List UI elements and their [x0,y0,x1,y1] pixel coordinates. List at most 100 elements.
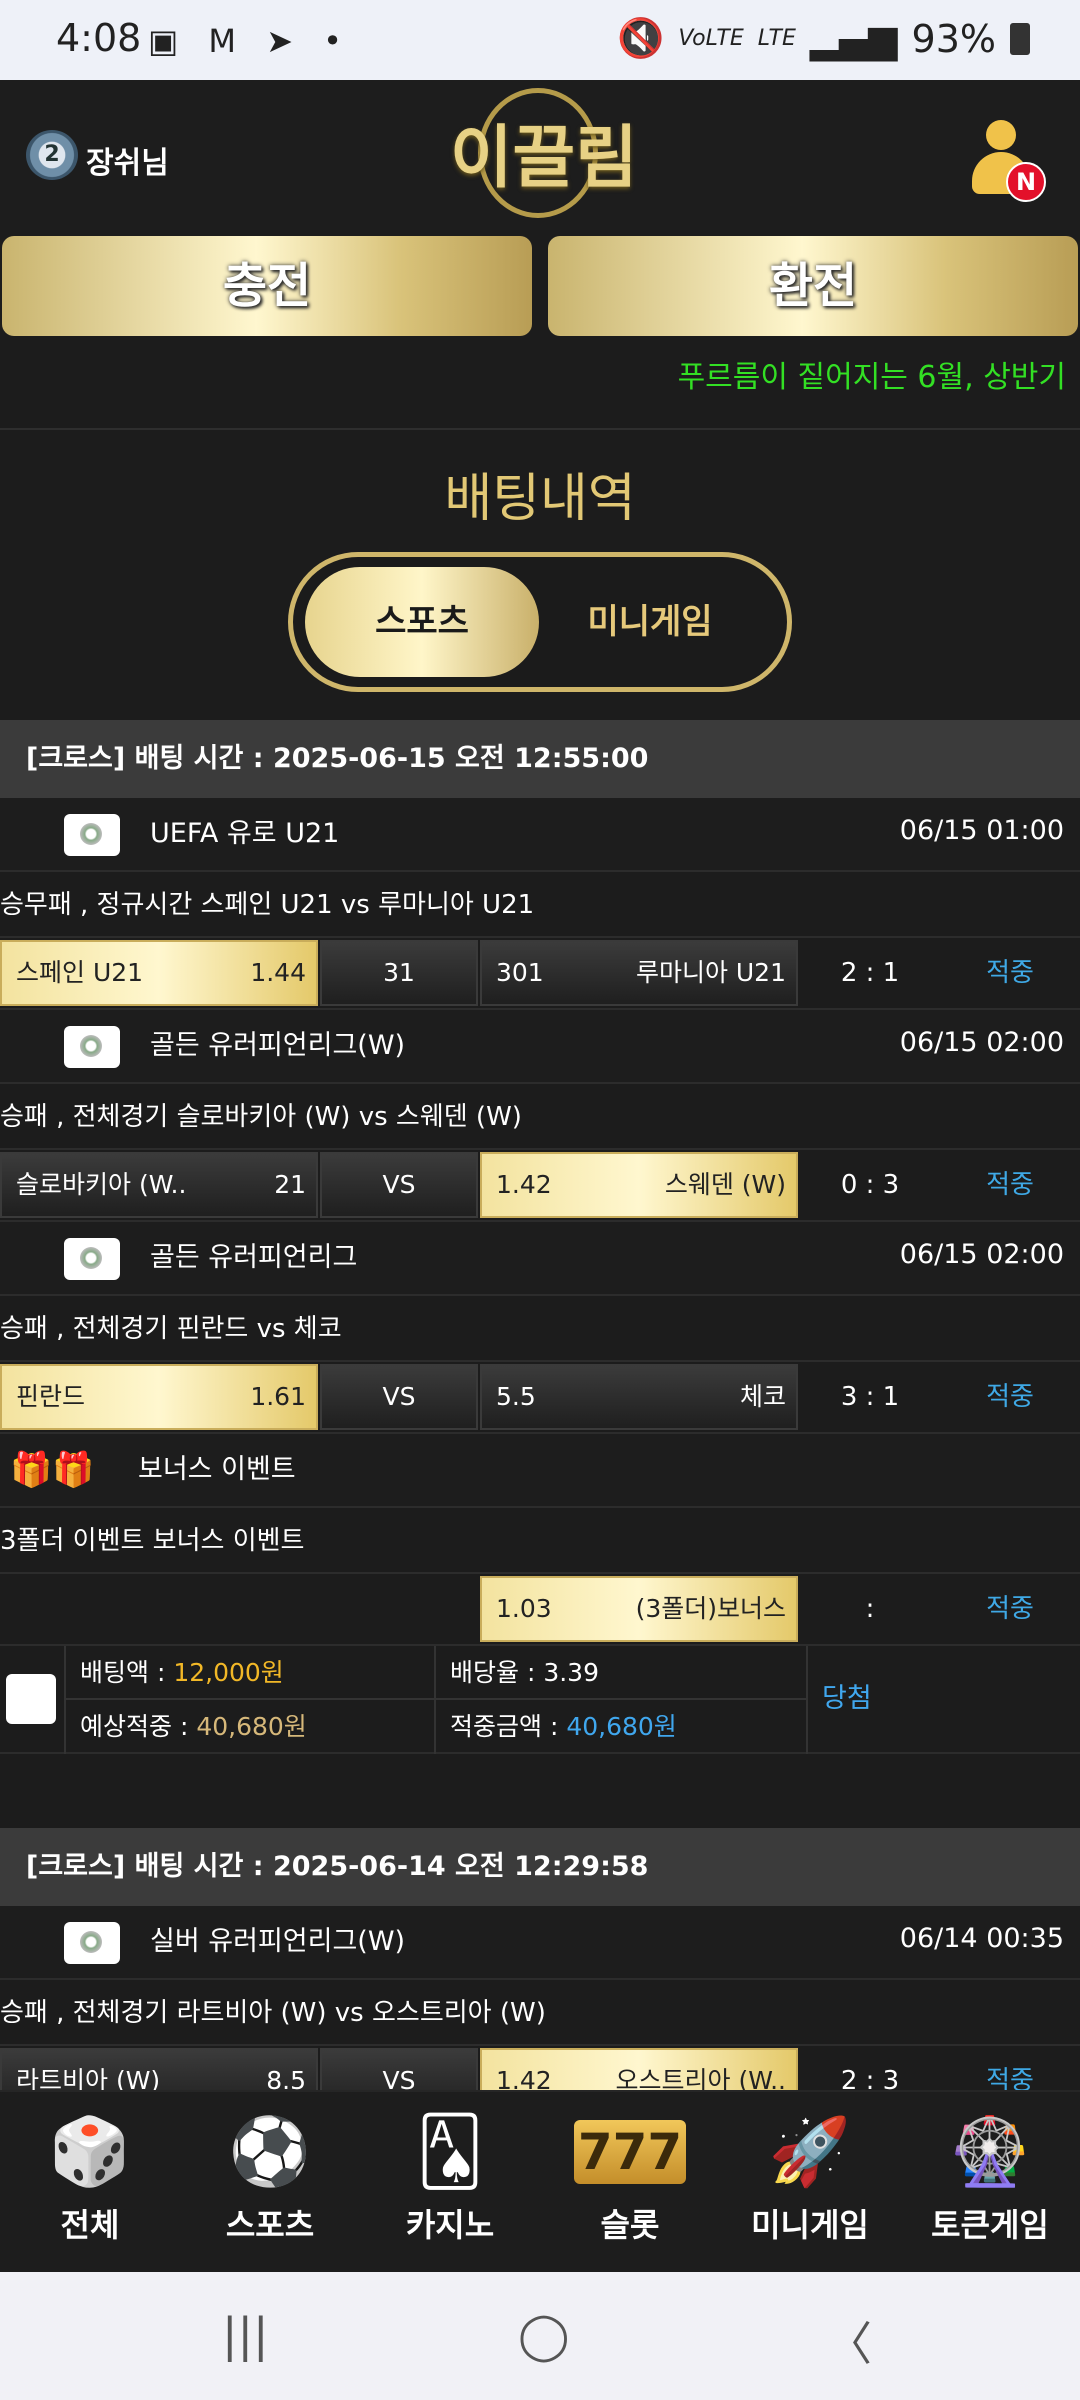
soccer-ball-icon [64,1238,120,1280]
odds-row: 핀란드 1.61 VS 5.5 체코 3 : 1 적중 [0,1362,1080,1434]
category-toggle: 스포츠 미니게임 [288,552,792,692]
game-result: 적중 [986,1170,1034,1200]
status-bar: 4:08 ▣ M ➤ • 🔇 VoLTE LTE ▂▄▆ 93% [0,0,1080,80]
nav-slot[interactable]: 777 슬롯 [540,2092,720,2274]
game-result: 적중 [986,1594,1034,1624]
draw-cell: VS [320,2048,478,2090]
home-team: 슬로바키아 (W.. [16,1170,187,1199]
market-line: 승패 , 전체경기 핀란드 vs 체코 [0,1296,1080,1362]
notice-marquee: 푸르름이 짙어지는 6월, 상반기 [677,360,1066,395]
battery-percent: 93% [911,16,996,61]
nav-all[interactable]: 🎲 전체 [0,2092,180,2274]
bet-amount: 배팅액 : 12,000원 [64,1646,436,1700]
win-amount: 적중금액 : 40,680원 [434,1700,806,1754]
game-date: 06/14 00:35 [899,1923,1064,1954]
tab-sports[interactable]: 스포츠 [305,567,539,677]
nav-sports[interactable]: ⚽ 스포츠 [180,2092,360,2274]
game-score: 2 : 1 [840,958,900,988]
game-score: 3 : 1 [840,1382,900,1412]
market-line: 3폴더 이벤트 보너스 이벤트 [0,1508,1080,1574]
bet-header: [크로스] 배팅 시간 : 2025-06-15 오전 12:55:00 [0,720,1080,798]
volte-icon: VoLTE [678,26,744,51]
nav-label: 슬롯 [600,2206,660,2244]
site-logo[interactable]: 이끌림 [450,102,638,201]
nav-label: 전체 [60,2206,120,2244]
home-team: 핀란드 [16,1382,86,1411]
away-team: 루마니아 U21 [635,958,786,987]
soccer-ball-icon [64,1026,120,1068]
market-line: 승무패 , 정규시간 스페인 U21 vs 루마니아 U21 [0,872,1080,938]
home-odds-cell: 핀란드 1.61 [0,1364,318,1430]
nav-label: 카지노 [405,2206,495,2244]
bet-history-list[interactable]: [크로스] 배팅 시간 : 2025-06-15 오전 12:55:00 UEF… [0,720,1080,2090]
nav-label: 스포츠 [225,2206,315,2244]
page-title: 배팅내역 [444,469,636,529]
odds-row: 슬로바키아 (W.. 21 VS 1.42 스웨덴 (W) 0 : 3 적중 [0,1150,1080,1222]
signal-icon: ▂▄▆ [809,16,898,61]
payout-rate: 배당율 : 3.39 [434,1646,806,1700]
draw-cell: VS [320,1152,478,1218]
notification-icons: ▣ M ➤ • [148,22,353,60]
dice-icon: 🎲 [48,2113,132,2190]
bonus-row: 🎁🎁 보너스 이벤트 [0,1434,1080,1508]
username[interactable]: 장쉬님 [86,138,169,182]
away-team: 체코 [739,1382,786,1411]
game-date: 06/15 02:00 [899,1239,1064,1270]
roulette-icon: 🎡 [948,2113,1032,2190]
home-team: 라트비아 (W) [16,2066,161,2090]
cards-icon: 🂡 [416,2113,484,2190]
draw-cell: 31 [320,940,478,1006]
android-nav-bar: ||| ◯ 〈 [0,2272,1080,2400]
market-line: 승패 , 전체경기 라트비아 (W) vs 오스트리아 (W) [0,1980,1080,2046]
nav-minigame[interactable]: 🚀 미니게임 [720,2092,900,2274]
select-checkbox[interactable] [6,1674,56,1724]
nav-label: 토큰게임 [931,2206,1049,2244]
soccer-ball-icon: ⚽ [228,2113,312,2190]
mute-icon: 🔇 [617,16,665,60]
odds-row: 라트비아 (W) 8.5 VS 1.42 오스트리아 (W.. 2 : 3 적중 [0,2046,1080,2090]
game-score: 0 : 3 [840,1170,900,1200]
away-odds-cell: 5.5 체코 [480,1364,798,1430]
bet-header: [크로스] 배팅 시간 : 2025-06-14 오전 12:29:58 [0,1828,1080,1906]
league-name: 실버 유러피언리그(W) [150,1926,406,1957]
game-score: : [865,1594,875,1624]
away-team: 스웨덴 (W) [664,1170,786,1199]
draw-cell: VS [320,1364,478,1430]
nav-token-game[interactable]: 🎡 토큰게임 [900,2092,1080,2274]
nav-label: 미니게임 [751,2206,869,2244]
away-odds: 5.5 [496,1382,536,1411]
game-result: 적중 [986,958,1034,988]
game-date: 06/15 02:00 [899,1027,1064,1058]
tab-minigame[interactable]: 미니게임 [533,567,767,677]
away-odds: 301 [496,958,544,987]
divider [0,428,1080,430]
gift-box-icon: 🎁🎁 [10,1450,95,1490]
league-row: UEFA 유로 U21 06/15 01:00 [0,798,1080,872]
rank-badge-icon: 2 [26,130,78,180]
soccer-ball-icon [64,814,120,856]
bonus-odds-cell: 1.03 (3폴더)보너스 [480,1576,798,1642]
bet-status: 당첨 [806,1646,1080,1754]
exchange-button[interactable]: 환전 [548,236,1078,336]
away-odds-cell: 301 루마니아 U21 [480,940,798,1006]
home-icon[interactable]: ◯ [518,2308,569,2362]
nav-casino[interactable]: 🂡 카지노 [360,2092,540,2274]
home-odds: 1.44 [250,958,306,987]
bonus-name: 보너스 이벤트 [138,1454,296,1485]
home-odds-cell: 슬로바키아 (W.. 21 [0,1152,318,1218]
league-row: 골든 유러피언리그(W) 06/15 02:00 [0,1010,1080,1084]
bonus-label: (3폴더)보너스 [635,1594,786,1623]
league-name: 골든 유러피언리그(W) [150,1030,406,1061]
back-icon[interactable]: 〈 [826,2308,872,2374]
home-team: 스페인 U21 [16,958,144,987]
game-score: 2 : 3 [840,2066,900,2090]
charge-button[interactable]: 충전 [2,236,532,336]
recents-icon[interactable]: ||| [222,2308,269,2362]
odds-row: 스페인 U21 1.44 31 301 루마니아 U21 2 : 1 적중 [0,938,1080,1010]
status-time: 4:08 [56,16,142,60]
bet-summary: 배팅액 : 12,000원 배당율 : 3.39 예상적중 : 40,680원 … [0,1646,1080,1754]
league-row: 골든 유러피언리그 06/15 02:00 [0,1222,1080,1296]
status-right: 🔇 VoLTE LTE ▂▄▆ 93% [617,16,1030,61]
lte-icon: LTE [757,26,796,51]
bottom-nav: 🎲 전체 ⚽ 스포츠 🂡 카지노 777 슬롯 🚀 미니게임 🎡 토큰게임 [0,2090,1080,2272]
